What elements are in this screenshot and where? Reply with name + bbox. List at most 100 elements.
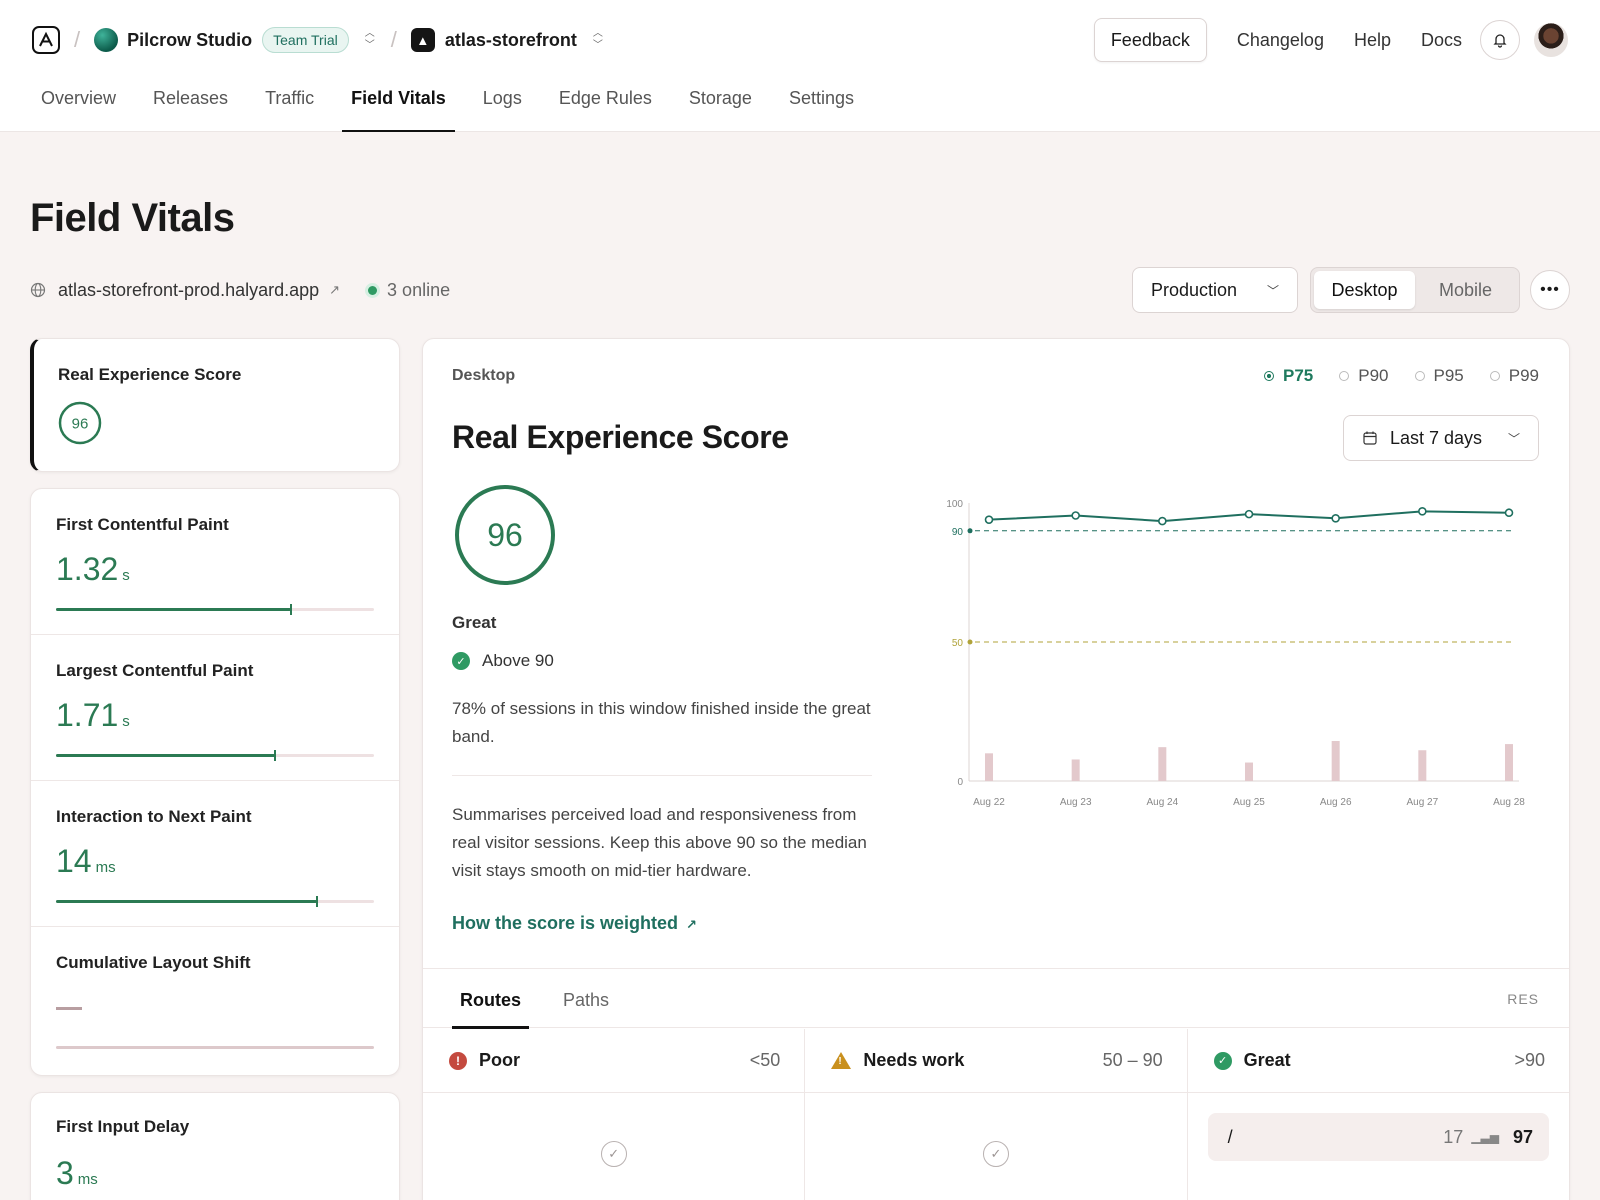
res-summary-card[interactable]: Real Experience Score 96 — [30, 338, 400, 472]
app-header: / Pilcrow Studio Team Trial ︿ ﹀ / ▲ atlas… — [0, 0, 1600, 132]
device-toggle: Desktop Mobile — [1310, 267, 1520, 313]
notifications-button[interactable] — [1480, 20, 1520, 60]
logo-a-icon — [39, 31, 53, 47]
volume-bar — [985, 753, 993, 781]
percentile-label: P75 — [1283, 366, 1314, 385]
divider — [452, 775, 872, 776]
progress-marker — [274, 750, 277, 761]
score-description: Summarises perceived load and responsive… — [452, 805, 867, 880]
metric-lcp[interactable]: Largest Contentful Paint 1.71 s — [31, 635, 399, 781]
help-link[interactable]: Help — [1354, 30, 1391, 51]
device-mobile[interactable]: Mobile — [1415, 271, 1516, 309]
metric-inp[interactable]: Interaction to Next Paint 14 ms — [31, 781, 399, 927]
tab-field-vitals[interactable]: Field Vitals — [342, 80, 455, 132]
domain-link[interactable]: atlas-storefront-prod.halyard.app — [58, 280, 319, 301]
score-point — [984, 515, 994, 524]
more-options-button[interactable]: ••• — [1530, 270, 1570, 310]
y-tick-label: 100 — [946, 499, 963, 510]
band-name: Poor — [479, 1050, 521, 1070]
score-point — [1244, 509, 1254, 519]
value-number: 3 — [56, 1155, 74, 1191]
app-logo[interactable] — [32, 26, 60, 54]
bell-icon — [1493, 34, 1507, 48]
volume-bar — [1418, 750, 1427, 781]
metric-cls[interactable]: Cumulative Layout Shift — [31, 927, 399, 1073]
no-data-dash — [56, 1007, 82, 1010]
value-number: 14 — [56, 843, 92, 879]
score-weighting-link[interactable]: How the score is weighted ↗ — [452, 913, 697, 934]
res-score-ring: 96 — [58, 401, 102, 445]
metric-fcp[interactable]: First Contentful Paint 1.32 s — [31, 489, 399, 635]
alert-icon: ! — [449, 1051, 467, 1070]
page-title: Field Vitals — [30, 196, 235, 240]
x-tick-label: Aug 24 — [1146, 797, 1178, 808]
y-tick-labels: 100 90 50 0 — [946, 499, 963, 788]
feedback-button[interactable]: Feedback — [1093, 18, 1207, 62]
percentile-p95[interactable]: P95 — [1414, 366, 1464, 386]
progress-fill — [56, 608, 292, 611]
metric-fid[interactable]: First Input Delay 3 ms — [30, 1092, 400, 1200]
score-ring: 96 — [455, 485, 555, 585]
tab-overview[interactable]: Overview — [32, 80, 125, 132]
tab-routes[interactable]: Routes — [452, 969, 530, 1029]
ellipsis-icon: ••• — [1540, 281, 1560, 298]
route-session-count: 17 — [1443, 1126, 1464, 1147]
project-name[interactable]: atlas-storefront — [445, 30, 577, 51]
res-label: Real Experience Score — [58, 365, 242, 384]
metric-value: 14 ms — [56, 843, 116, 880]
metric-value: 1.71 s — [56, 697, 130, 734]
band-poor: ! Poor <50 ✓ — [423, 1029, 806, 1200]
changelog-link[interactable]: Changelog — [1237, 30, 1324, 51]
tab-storage[interactable]: Storage — [680, 80, 761, 132]
date-range-select[interactable]: Last 7 days ﹀ — [1343, 415, 1539, 461]
header-actions: Feedback Changelog Help Docs — [1093, 18, 1568, 62]
nav-tabs: Overview Releases Traffic Field Vitals L… — [32, 80, 882, 132]
team-avatar[interactable] — [94, 28, 119, 52]
x-tick-label: Aug 26 — [1320, 797, 1352, 808]
panel-title: Real Experience Score — [452, 419, 789, 455]
percentile-p99[interactable]: P99 — [1489, 366, 1539, 386]
tab-logs[interactable]: Logs — [474, 80, 531, 132]
radio-icon — [1414, 371, 1425, 381]
x-tick-label: Aug 25 — [1233, 797, 1265, 808]
route-row[interactable]: / 17 ▁▃▅ 97 — [1207, 1113, 1549, 1161]
online-count: 3 online — [387, 279, 451, 300]
team-switcher-icon[interactable]: ︿ ﹀ — [363, 29, 377, 51]
tab-releases[interactable]: Releases — [144, 80, 237, 132]
external-link-icon: ↗ — [686, 917, 697, 932]
band-header: ! Needs work 50 – 90 — [805, 1029, 1187, 1093]
score-grade: Great — [452, 613, 497, 632]
res-column-label: RES — [1507, 991, 1539, 1007]
score-point — [1418, 507, 1427, 516]
environment-select[interactable]: Production ﹀ — [1132, 267, 1298, 313]
tab-edge-rules[interactable]: Edge Rules — [550, 80, 661, 132]
breadcrumb-separator: / — [390, 27, 397, 52]
tab-traffic[interactable]: Traffic — [256, 80, 323, 132]
tab-settings[interactable]: Settings — [780, 80, 863, 132]
team-name[interactable]: Pilcrow Studio — [127, 30, 252, 51]
band-range: >90 — [1514, 1050, 1545, 1070]
external-link-icon[interactable]: ↗ — [329, 282, 340, 298]
score-value: 96 — [487, 517, 523, 553]
metric-value: 3 ms — [56, 1155, 98, 1192]
score-detail-panel: Desktop P75 P90 P95 P99 Real Experience … — [422, 338, 1570, 1200]
user-avatar[interactable] — [1534, 23, 1568, 57]
value-number: 1.32 — [56, 551, 119, 587]
device-desktop[interactable]: Desktop — [1314, 271, 1415, 309]
progress-fill — [56, 754, 276, 757]
docs-link[interactable]: Docs — [1421, 30, 1462, 51]
metric-label: First Input Delay — [56, 1117, 190, 1136]
project-switcher-icon[interactable]: ︿ ﹀ — [591, 29, 605, 51]
x-tick-labels: Aug 22 Aug 23 Aug 24 Aug 25 Aug 26 Aug 27 Aug … — [973, 797, 1525, 808]
breakdown-tabs: Routes Paths RES — [423, 968, 1569, 1029]
percentile-p75[interactable]: P75 — [1264, 366, 1313, 386]
percentile-label: P90 — [1358, 366, 1389, 385]
percentile-label: P95 — [1433, 366, 1464, 385]
warning-icon: ! — [831, 1052, 852, 1069]
session-summary: 78% of sessions in this window finished … — [452, 699, 871, 746]
percentile-p90[interactable]: P90 — [1339, 366, 1389, 386]
band-range: 50 – 90 — [1102, 1050, 1163, 1070]
tab-paths[interactable]: Paths — [555, 969, 617, 1028]
progress-marker — [315, 896, 318, 907]
chevron-down-icon: ﹀ — [1507, 431, 1520, 446]
